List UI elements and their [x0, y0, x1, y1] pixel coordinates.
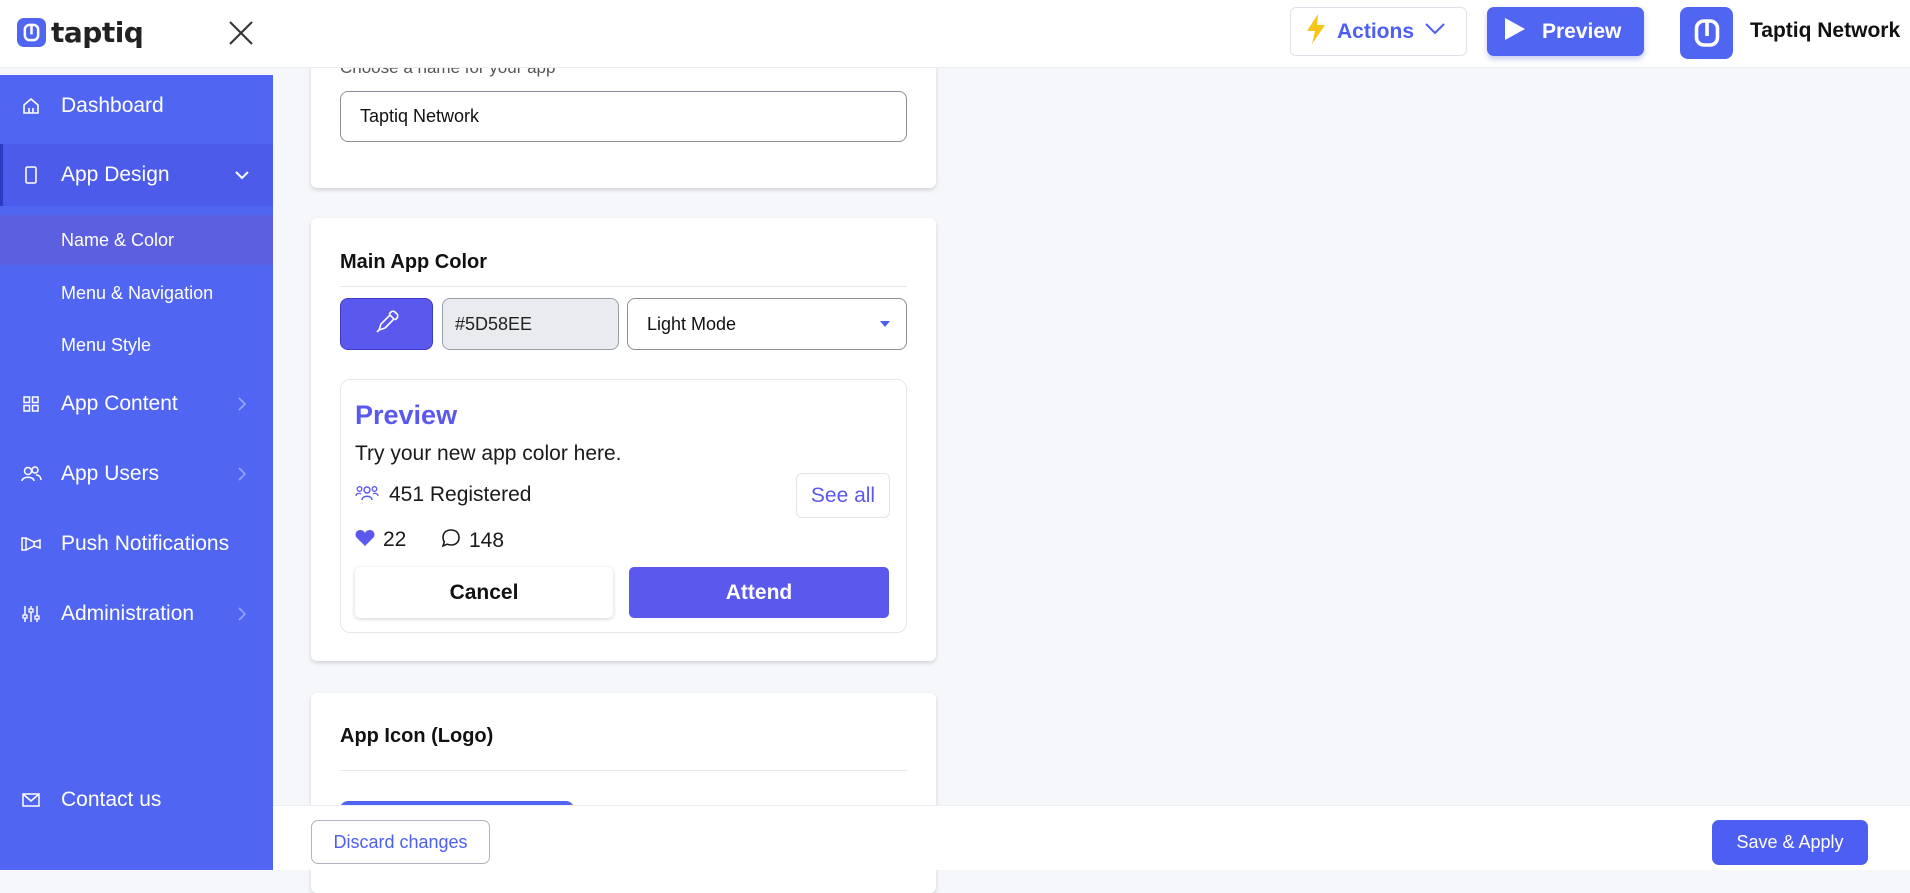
- sidebar-item-administration[interactable]: Administration: [0, 583, 273, 645]
- save-apply-button[interactable]: Save & Apply: [1712, 820, 1868, 865]
- sliders-icon: [20, 603, 42, 625]
- mail-icon: [20, 789, 42, 811]
- sidebar-item-label: Contact us: [61, 788, 162, 811]
- heart-icon: [355, 529, 375, 552]
- likes-count: 22: [355, 528, 406, 552]
- preview-title: Preview: [355, 400, 458, 430]
- sidebar-subitem-menu-navigation[interactable]: Menu & Navigation: [0, 268, 273, 318]
- actions-label: Actions: [1337, 19, 1415, 43]
- see-all-button[interactable]: See all: [796, 473, 890, 518]
- comment-icon: [441, 528, 461, 553]
- app-name-card: Choose a name for your app: [311, 58, 936, 188]
- discard-changes-button[interactable]: Discard changes: [311, 820, 490, 864]
- logo-mark-icon: [17, 18, 46, 47]
- eyedropper-icon: [374, 309, 400, 340]
- comments-label: 148: [469, 528, 505, 552]
- users-icon: [20, 463, 42, 485]
- taptiq-logo[interactable]: taptiq: [17, 16, 144, 49]
- app-icon-title: App Icon (Logo): [340, 725, 494, 747]
- color-picker-button[interactable]: [340, 298, 433, 350]
- registered-count: 451 Registered: [355, 483, 531, 507]
- sidebar-item-label: Push Notifications: [61, 532, 230, 555]
- sidebar-item-label: Administration: [61, 602, 195, 625]
- divider: [340, 770, 907, 771]
- sidebar-subitem-label: Menu & Navigation: [61, 282, 214, 303]
- app-name[interactable]: Taptiq Network: [1750, 19, 1900, 43]
- sidebar-item-label: App Content: [61, 392, 178, 415]
- sidebar-item-app-design[interactable]: App Design: [0, 144, 273, 206]
- home-icon: [20, 95, 42, 117]
- preview-cancel-button[interactable]: Cancel: [355, 567, 613, 618]
- group-icon: [355, 484, 379, 507]
- sidebar-item-contact-us[interactable]: Contact us: [0, 769, 273, 831]
- chevron-down-icon: [234, 167, 250, 183]
- sidebar-item-label: App Users: [61, 462, 160, 485]
- likes-label: 22: [383, 528, 407, 551]
- sidebar-item-app-content[interactable]: App Content: [0, 373, 273, 435]
- caret-down-icon: [880, 321, 890, 327]
- color-preview-box: Preview Try your new app color here. 451…: [340, 379, 907, 633]
- top-bar: taptiq Actions Preview Taptiq Network: [0, 0, 1910, 68]
- sidebar-subitem-menu-style[interactable]: Menu Style: [0, 320, 273, 370]
- preview-attend-button[interactable]: Attend: [629, 567, 889, 618]
- hex-color-input[interactable]: [442, 298, 619, 350]
- close-icon[interactable]: [224, 16, 258, 50]
- sidebar-subitem-label: Menu Style: [61, 334, 152, 355]
- sidebar-subitem-name-color[interactable]: Name & Color: [0, 215, 273, 265]
- actions-button[interactable]: Actions: [1290, 7, 1467, 56]
- mode-select-value: Light Mode: [647, 313, 737, 334]
- main-app-color-title: Main App Color: [340, 251, 488, 273]
- sidebar: Dashboard App Design Name & Color Menu &…: [0, 75, 273, 870]
- preview-label: Preview: [1542, 19, 1622, 43]
- sidebar-item-push-notifications[interactable]: Push Notifications: [0, 513, 273, 575]
- main-content: Choose a name for your app Main App Colo…: [273, 58, 1910, 893]
- lightning-icon: [1305, 14, 1327, 49]
- chevron-right-icon: [234, 396, 250, 412]
- grid-icon: [20, 393, 42, 415]
- sidebar-item-dashboard[interactable]: Dashboard: [0, 75, 273, 137]
- chevron-down-icon: [1424, 22, 1446, 41]
- phone-icon: [20, 164, 42, 186]
- app-name-input[interactable]: [340, 91, 907, 142]
- megaphone-icon: [20, 533, 42, 555]
- chevron-right-icon: [234, 606, 250, 622]
- play-icon: [1504, 17, 1526, 46]
- chevron-right-icon: [234, 466, 250, 482]
- bottom-action-bar: Discard changes Save & Apply: [273, 805, 1910, 870]
- preview-button[interactable]: Preview: [1487, 7, 1644, 56]
- mode-select[interactable]: Light Mode: [627, 298, 907, 350]
- app-avatar-icon[interactable]: [1680, 7, 1733, 59]
- preview-subtitle: Try your new app color here.: [355, 442, 622, 465]
- sidebar-item-label: App Design: [61, 163, 170, 186]
- sidebar-item-app-users[interactable]: App Users: [0, 443, 273, 505]
- sidebar-item-label: Dashboard: [61, 94, 164, 117]
- sidebar-subitem-label: Name & Color: [61, 229, 175, 250]
- divider: [340, 286, 907, 287]
- logo-text: taptiq: [51, 16, 144, 49]
- main-app-color-card: Main App Color Light Mode Preview Try yo…: [311, 218, 936, 661]
- comments-count: 148: [441, 528, 504, 553]
- registered-label: 451 Registered: [389, 483, 532, 506]
